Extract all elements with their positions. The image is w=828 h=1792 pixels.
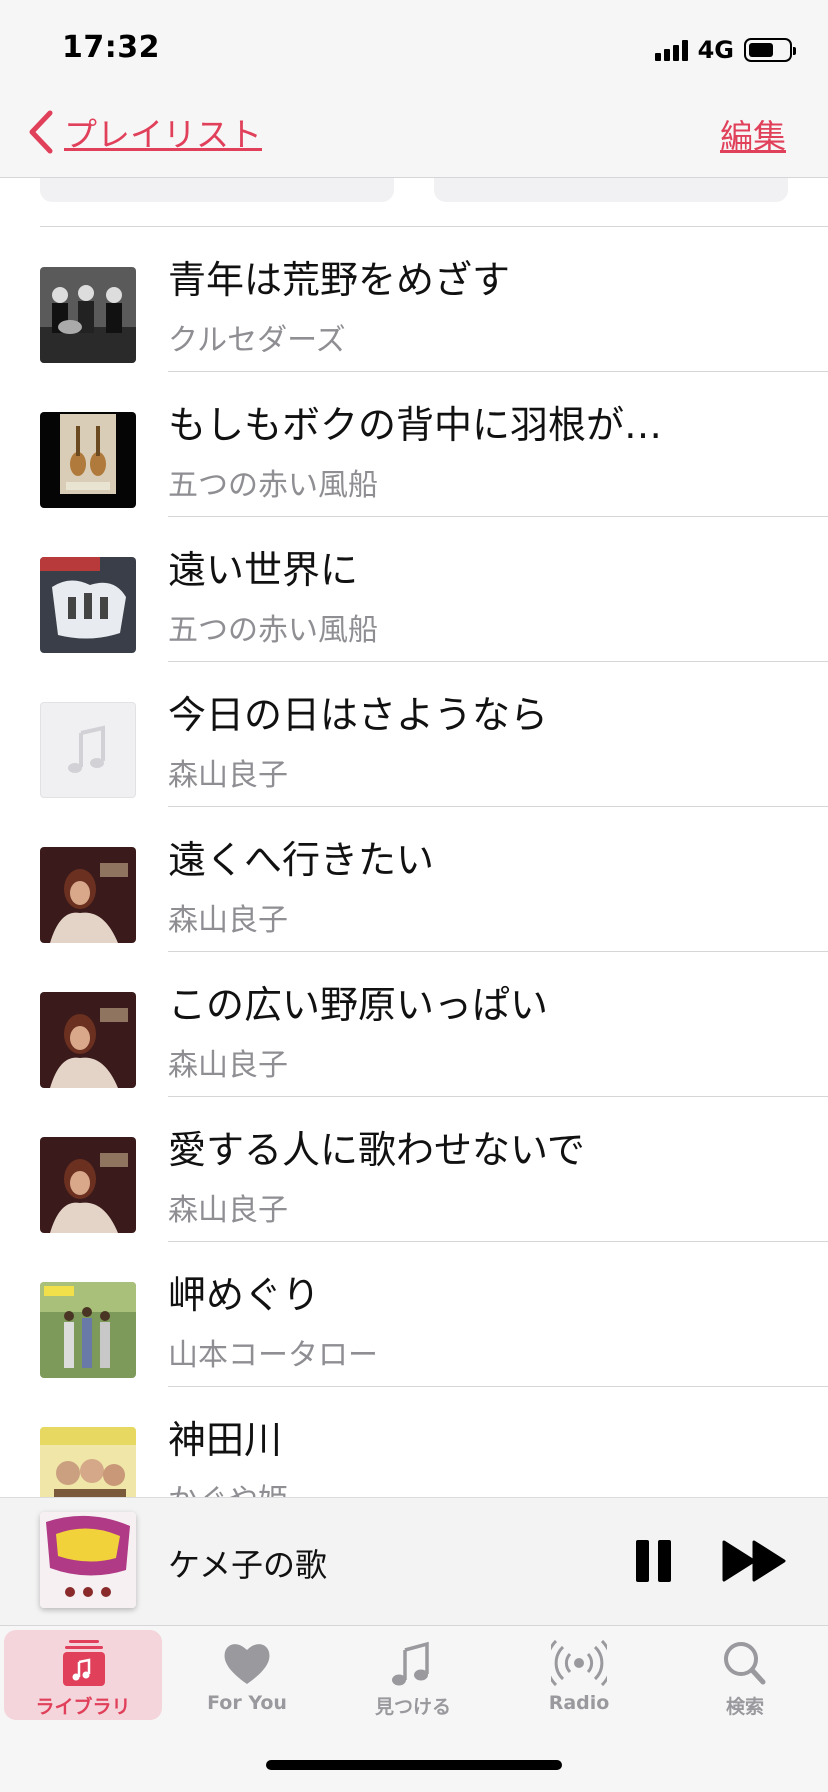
tab-browse[interactable]: 見つける [334, 1630, 492, 1720]
chevron-left-icon [29, 110, 53, 154]
song-title: 今日の日はさようなら [168, 693, 549, 737]
song-title: 神田川 [168, 1418, 283, 1462]
song-artist: 五つの赤い風船 [168, 468, 378, 503]
fast-forward-icon[interactable] [722, 1540, 788, 1582]
music-note-icon [392, 1641, 429, 1686]
song-row[interactable]: 遠い世界に 五つの赤い風船 [0, 517, 828, 662]
song-row[interactable]: もしもボクの背中に羽根が… 五つの赤い風船 [0, 372, 828, 517]
song-row[interactable]: 今日の日はさようなら 森山良子 [0, 662, 828, 807]
play-button-partial[interactable] [40, 178, 394, 202]
shuffle-button-partial[interactable] [434, 178, 788, 202]
song-title: 愛する人に歌わせないで [168, 1128, 585, 1172]
now-playing-title: ケメ子の歌 [168, 1546, 328, 1584]
tab-radio[interactable]: Radio [500, 1630, 658, 1720]
home-indicator [266, 1760, 562, 1770]
status-bar: 17:32 4G [0, 0, 828, 100]
mini-player[interactable]: ケメ子の歌 [0, 1497, 828, 1625]
song-row[interactable]: 愛する人に歌わせないで 森山良子 [0, 1097, 828, 1242]
music-note-icon [68, 725, 105, 773]
library-icon [63, 1640, 105, 1686]
album-art [40, 267, 136, 363]
status-time: 17:32 [62, 30, 160, 65]
radio-icon [551, 1639, 607, 1687]
album-art [40, 1282, 136, 1378]
song-title: 遠い世界に [168, 548, 359, 592]
album-art [40, 557, 136, 653]
album-art [40, 1427, 136, 1497]
song-title: 青年は荒野をめざす [168, 258, 511, 302]
song-title: もしもボクの背中に羽根が… [168, 403, 663, 447]
song-artist: 森山良子 [168, 1048, 288, 1083]
tab-label: Radio [548, 1692, 610, 1714]
navigation-bar: プレイリスト 編集 [0, 100, 828, 178]
album-art [40, 1137, 136, 1233]
song-artist: 森山良子 [168, 1193, 288, 1228]
tab-library[interactable]: ライブラリ [4, 1630, 162, 1720]
song-artist: クルセダーズ [168, 323, 346, 358]
status-indicators: 4G [654, 36, 796, 64]
song-row[interactable]: 青年は荒野をめざす クルセダーズ [0, 227, 828, 372]
tab-label: 検索 [725, 1696, 764, 1718]
signal-icon [654, 39, 688, 61]
battery-icon [744, 38, 796, 62]
song-artist: 森山良子 [168, 758, 288, 793]
network-type: 4G [697, 36, 734, 64]
tab-for-you[interactable]: For You [168, 1630, 326, 1720]
back-button[interactable]: プレイリスト [24, 108, 262, 156]
song-list: 青年は荒野をめざす クルセダーズ もしもボクの背中に羽根が… 五つの赤い風船 遠… [0, 227, 828, 1497]
album-art [40, 412, 136, 508]
song-title: 遠くへ行きたい [168, 838, 435, 882]
song-artist: かぐや姫 [168, 1475, 288, 1497]
song-row[interactable]: 遠くへ行きたい 森山良子 [0, 807, 828, 952]
tab-search[interactable]: 検索 [666, 1630, 824, 1720]
edit-button[interactable]: 編集 [720, 110, 786, 158]
back-button-label: プレイリスト [64, 115, 262, 154]
song-row[interactable]: この広い野原いっぱい 森山良子 [0, 952, 828, 1097]
tab-label: 見つける [374, 1696, 451, 1718]
song-row[interactable]: 神田川 かぐや姫 [0, 1387, 828, 1497]
song-artist: 五つの赤い風船 [168, 613, 378, 648]
search-icon [724, 1642, 766, 1685]
song-row[interactable]: 岬めぐり 山本コータロー [0, 1242, 828, 1387]
pause-button[interactable] [634, 1540, 674, 1582]
song-artist: 山本コータロー [168, 1338, 378, 1373]
song-title: 岬めぐり [168, 1273, 321, 1317]
heart-icon [224, 1644, 270, 1684]
song-title: この広い野原いっぱい [168, 983, 549, 1027]
album-art-placeholder [40, 702, 136, 798]
tab-label: ライブラリ [35, 1696, 131, 1718]
now-playing-album-art [40, 1512, 136, 1608]
song-artist: 森山良子 [168, 903, 288, 938]
tab-label: For You [207, 1692, 287, 1714]
header-buttons-partial [0, 178, 828, 228]
album-art [40, 847, 136, 943]
album-art [40, 992, 136, 1088]
